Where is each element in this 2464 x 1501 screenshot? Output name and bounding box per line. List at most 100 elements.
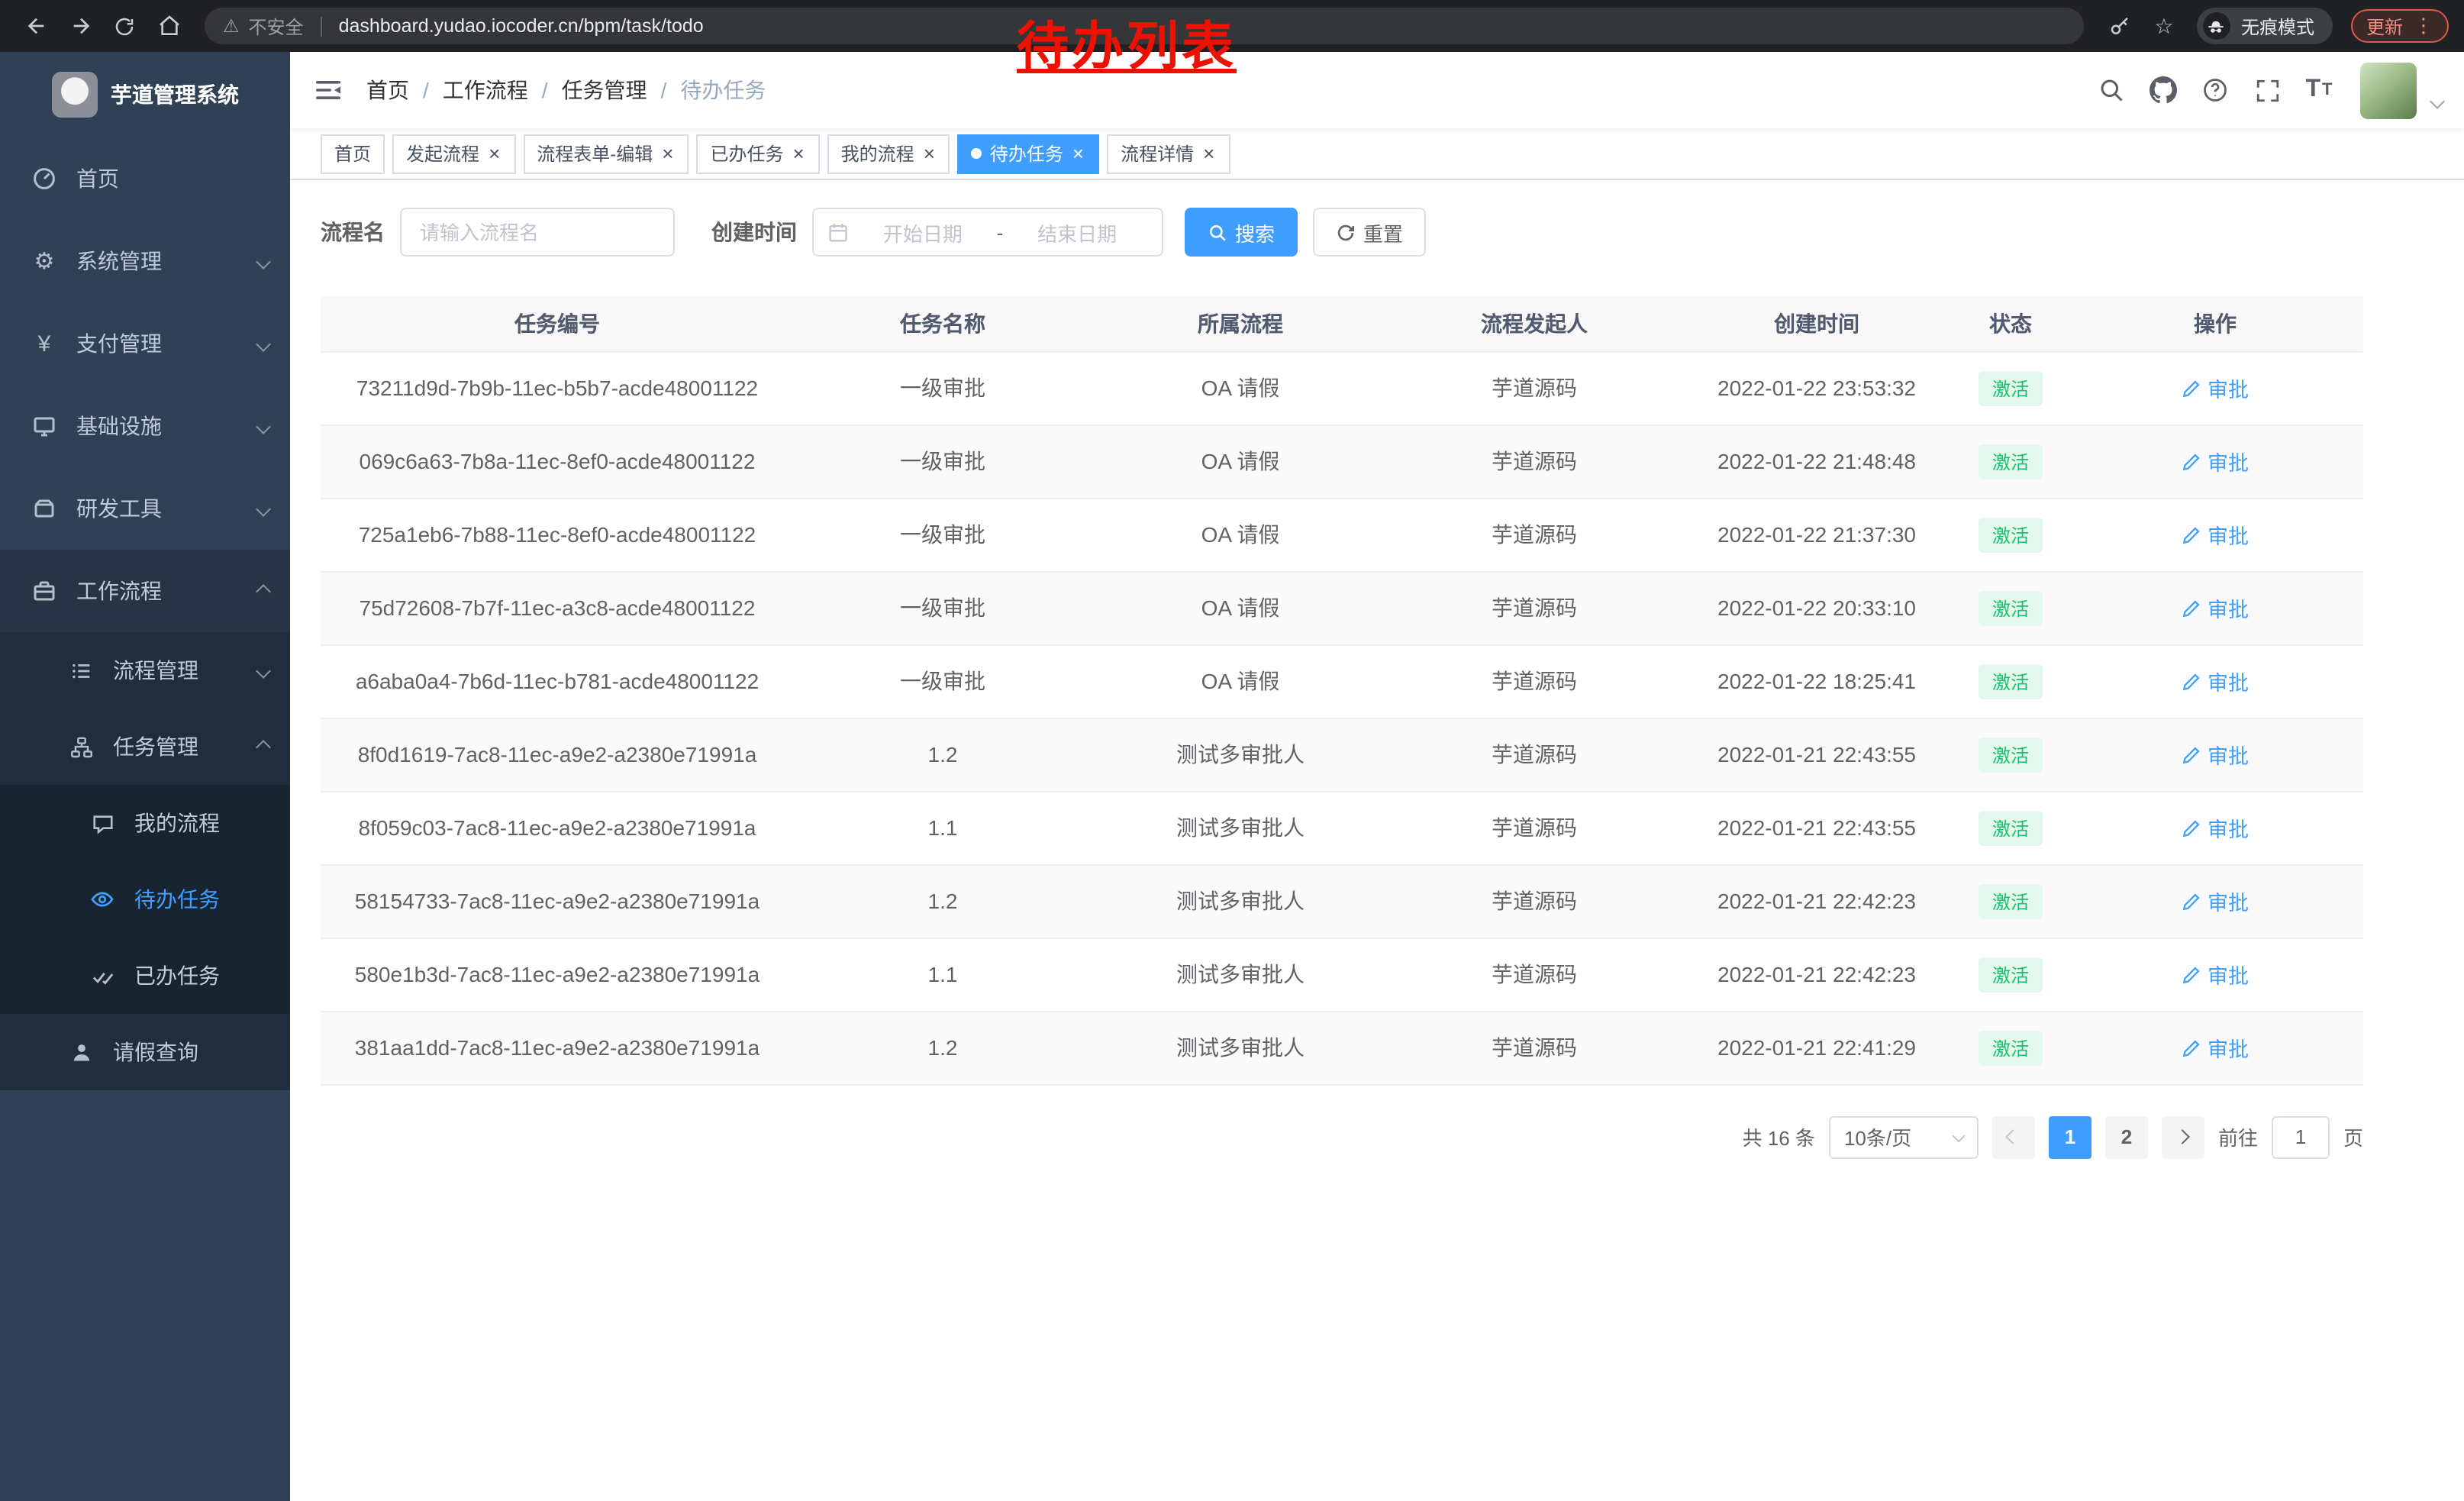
tab-close-icon[interactable]: × <box>487 144 502 163</box>
chevron-up-icon <box>256 583 271 599</box>
reset-button-label: 重置 <box>1363 218 1403 247</box>
address-bar[interactable]: ⚠ 不安全 dashboard.yudao.iocoder.cn/bpm/tas… <box>205 8 2084 44</box>
app-logo[interactable]: 芋道管理系统 <box>0 52 290 137</box>
status-cell: 激活 <box>1954 938 2067 1011</box>
status-badge: 激活 <box>1979 810 2043 845</box>
status-badge: 激活 <box>1979 1030 2043 1065</box>
help-icon[interactable] <box>2192 67 2238 113</box>
sidebar-item-todo-tasks[interactable]: 待办任务 <box>0 861 290 938</box>
approve-link[interactable]: 审批 <box>2182 592 2249 623</box>
sidebar-item-system[interactable]: ⚙ 系统管理 <box>0 220 290 302</box>
pagination: 共 16 条 10条/页 12 前往 页 <box>321 1115 2363 1158</box>
sidebar-item-done-tasks[interactable]: 已办任务 <box>0 938 290 1014</box>
sidebar-item-my-process[interactable]: 我的流程 <box>0 785 290 861</box>
task-id-cell: 725a1eb6-7b88-11ec-8ef0-acde48001122 <box>321 498 794 571</box>
sidebar-item-infrastructure[interactable]: 基础设施 <box>0 385 290 467</box>
action-cell: 审批 <box>2067 498 2363 571</box>
sidebar-menu: 首页 ⚙ 系统管理 ¥ 支付管理 基础设施 <box>0 137 290 1090</box>
page-url: dashboard.yudao.iocoder.cn/bpm/task/todo <box>339 15 704 37</box>
edit-icon <box>2182 378 2201 398</box>
password-key-icon[interactable] <box>2099 5 2140 47</box>
search-button-label: 搜索 <box>1235 218 1275 247</box>
approve-link[interactable]: 审批 <box>2182 959 2249 989</box>
status-badge: 激活 <box>1979 590 2043 625</box>
tags-bar: 首页发起流程×流程表单-编辑×已办任务×我的流程×待办任务× 流程详情 × <box>290 128 2464 180</box>
yen-icon: ¥ <box>31 331 58 357</box>
tab-item-1[interactable]: 发起流程× <box>392 134 515 173</box>
approve-link[interactable]: 审批 <box>2182 812 2249 843</box>
breadcrumb-workflow[interactable]: 工作流程 <box>443 75 528 105</box>
task-name-cell: 一级审批 <box>794 498 1092 571</box>
action-cell: 审批 <box>2067 571 2363 644</box>
page-button-2[interactable]: 2 <box>2105 1115 2148 1158</box>
tab-close-icon[interactable]: × <box>1071 144 1085 163</box>
github-icon[interactable] <box>2140 67 2186 113</box>
edit-icon <box>2182 525 2201 544</box>
sidebar-item-process-management[interactable]: 流程管理 <box>0 632 290 709</box>
approve-link[interactable]: 审批 <box>2182 519 2249 550</box>
tab-item-5[interactable]: 待办任务× <box>958 134 1099 173</box>
tab-close-icon[interactable]: × <box>660 144 675 163</box>
starter-cell: 芋道源码 <box>1389 644 1679 718</box>
tab-item-6[interactable]: 流程详情 × <box>1107 134 1230 173</box>
next-page-button[interactable] <box>2162 1115 2204 1158</box>
sidebar-item-leave-query[interactable]: 请假查询 <box>0 1014 290 1090</box>
reset-button[interactable]: 重置 <box>1313 208 1426 257</box>
approve-link[interactable]: 审批 <box>2182 446 2249 476</box>
sidebar-toggle-icon[interactable] <box>290 75 366 105</box>
page-button-1[interactable]: 1 <box>2049 1115 2091 1158</box>
sidebar-item-payment[interactable]: ¥ 支付管理 <box>0 302 290 385</box>
search-icon[interactable] <box>2088 67 2134 113</box>
approve-link[interactable]: 审批 <box>2182 886 2249 916</box>
user-avatar[interactable] <box>2360 62 2417 118</box>
process-name-input[interactable] <box>400 208 675 257</box>
tab-item-2[interactable]: 流程表单-编辑× <box>523 134 689 173</box>
reload-button[interactable] <box>104 5 145 47</box>
forward-button[interactable] <box>60 5 101 47</box>
update-button[interactable]: 更新 ⋮ <box>2351 9 2449 43</box>
breadcrumb-home[interactable]: 首页 <box>366 75 409 105</box>
breadcrumb-task-management[interactable]: 任务管理 <box>562 75 647 105</box>
fullscreen-icon[interactable] <box>2244 67 2290 113</box>
more-menu-icon[interactable]: ⋮ <box>2414 14 2433 38</box>
sidebar-item-workflow[interactable]: 工作流程 <box>0 550 290 632</box>
tab-close-icon[interactable]: × <box>791 144 805 163</box>
sidebar-item-home[interactable]: 首页 <box>0 137 290 220</box>
sidebar-item-task-management[interactable]: 任务管理 <box>0 709 290 785</box>
tab-close-icon[interactable]: × <box>922 144 937 163</box>
bookmark-star-icon[interactable]: ☆ <box>2143 5 2185 47</box>
back-button[interactable] <box>15 5 56 47</box>
tab-item-0[interactable]: 首页 <box>321 134 385 173</box>
starter-cell: 芋道源码 <box>1389 864 1679 938</box>
status-cell: 激活 <box>1954 718 2067 791</box>
page-content: 流程名 创建时间 开始日期 - 结束日期 搜索 <box>290 180 2464 1158</box>
font-size-icon[interactable]: TT <box>2296 67 2342 113</box>
approve-link-label: 审批 <box>2208 519 2249 550</box>
tab-item-3[interactable]: 已办任务× <box>696 134 819 173</box>
date-range-picker[interactable]: 开始日期 - 结束日期 <box>812 208 1163 257</box>
status-badge: 激活 <box>1979 370 2043 405</box>
edit-icon <box>2182 451 2201 471</box>
approve-link[interactable]: 审批 <box>2182 373 2249 403</box>
menu-label: 系统管理 <box>76 246 240 276</box>
action-cell: 审批 <box>2067 718 2363 791</box>
approve-link[interactable]: 审批 <box>2182 739 2249 770</box>
sidebar-item-dev-tools[interactable]: 研发工具 <box>0 467 290 550</box>
page-size-select[interactable]: 10条/页 <box>1829 1115 1979 1158</box>
process-name-label: 流程名 <box>321 217 385 247</box>
tab-label: 流程详情 <box>1121 140 1194 166</box>
process-cell: OA 请假 <box>1092 498 1389 571</box>
active-tab-dot <box>972 148 982 159</box>
app-logo-image <box>51 72 97 118</box>
tab-close-icon[interactable]: × <box>1201 144 1216 163</box>
approve-link[interactable]: 审批 <box>2182 666 2249 696</box>
prev-page-button[interactable] <box>1992 1115 2035 1158</box>
home-button[interactable] <box>148 5 189 47</box>
goto-page-input[interactable] <box>2272 1115 2330 1158</box>
search-button[interactable]: 搜索 <box>1185 208 1298 257</box>
edit-icon <box>2182 671 2201 691</box>
created-cell: 2022-01-21 22:43:55 <box>1679 791 1954 864</box>
tab-item-4[interactable]: 我的流程× <box>827 134 950 173</box>
approve-link[interactable]: 审批 <box>2182 1032 2249 1063</box>
caret-down-icon[interactable] <box>2430 93 2445 108</box>
